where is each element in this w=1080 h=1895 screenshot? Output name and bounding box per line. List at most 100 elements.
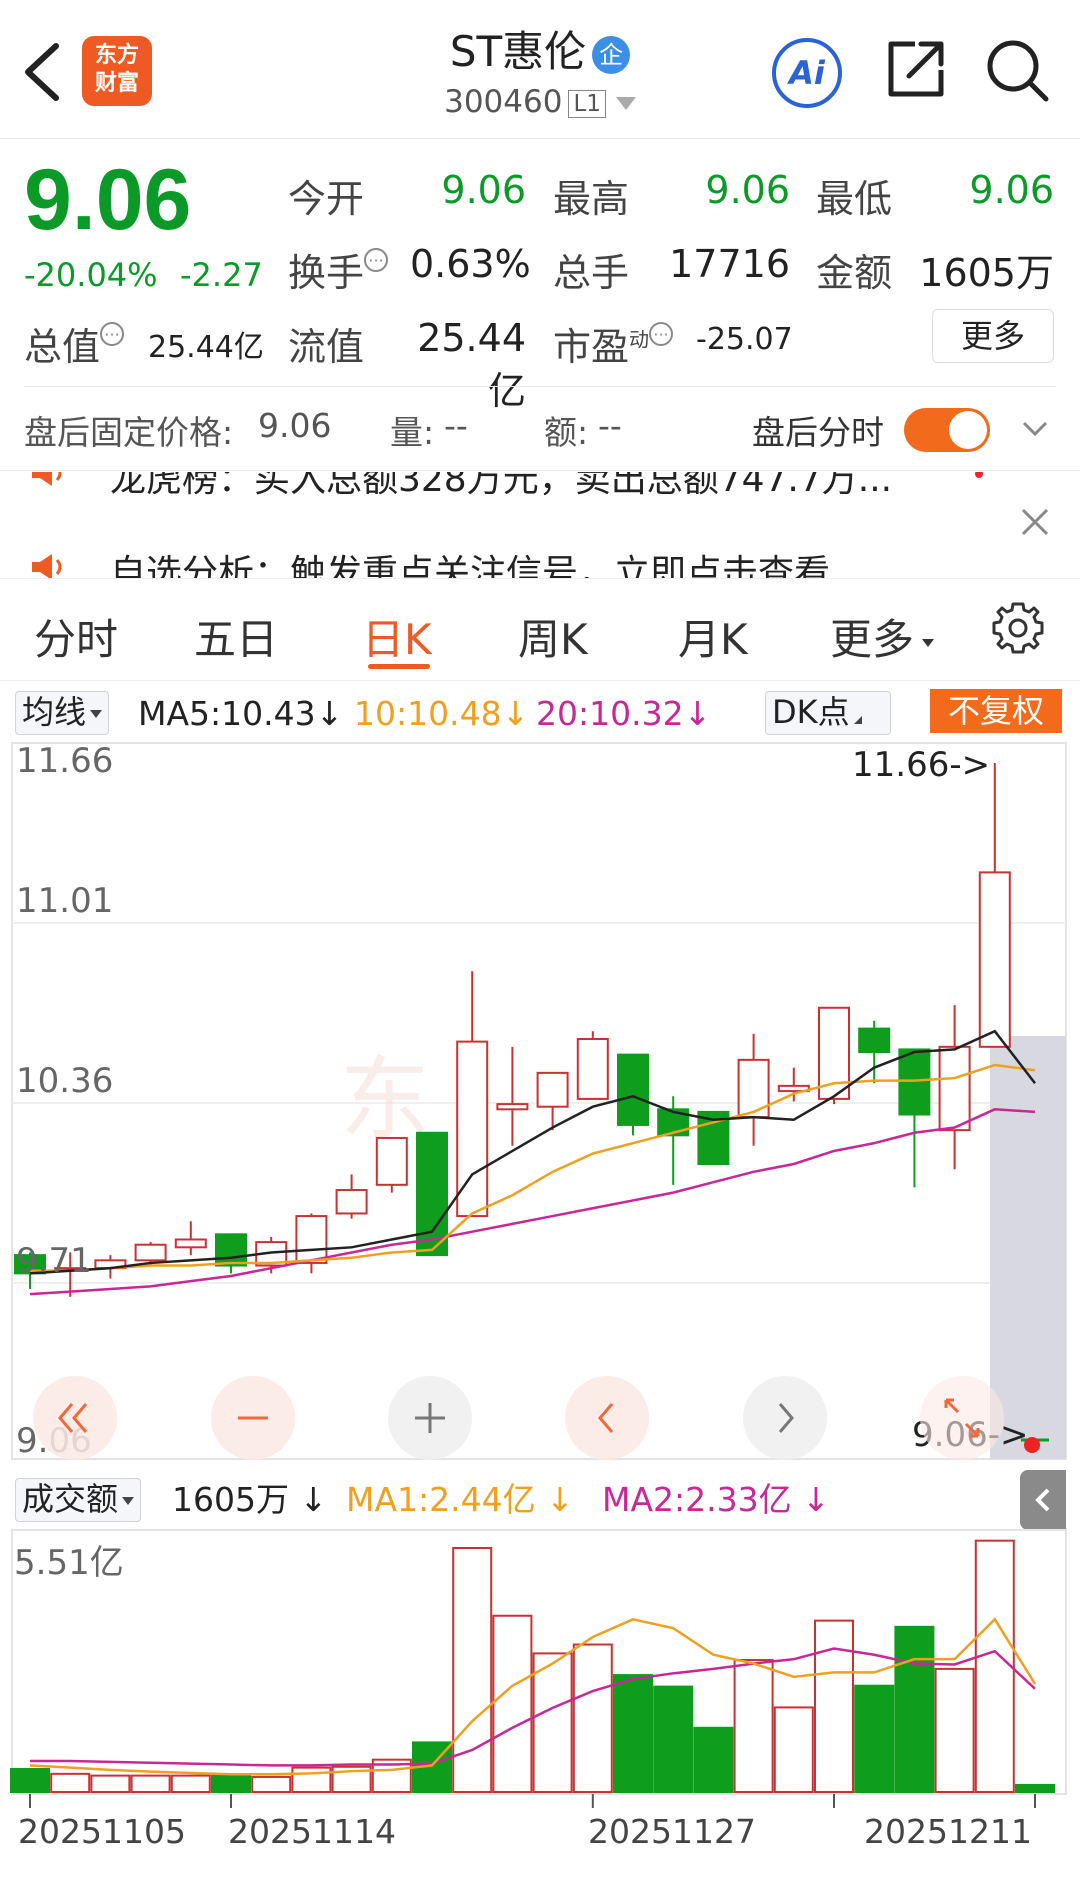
info-icon[interactable]: ··· bbox=[364, 248, 389, 272]
tab-more-label: 更多 bbox=[830, 615, 915, 664]
after-hours-label: 盘后固定价格: bbox=[24, 413, 234, 452]
chevron-down-icon[interactable] bbox=[1020, 414, 1050, 444]
turnover-label-text: 换手 bbox=[288, 251, 365, 295]
tab-more[interactable]: 更多 bbox=[830, 606, 935, 667]
turnover-ma1-value: MA1:2.44亿 bbox=[346, 1480, 536, 1519]
after-hours-shade bbox=[990, 1036, 1066, 1459]
ma5-value: MA5:10.43 bbox=[138, 694, 316, 733]
tab-five-day[interactable]: 五日 bbox=[194, 606, 278, 667]
divider bbox=[24, 386, 1056, 387]
indicator-dropdown-label: 均线 bbox=[22, 693, 87, 731]
candle-up bbox=[134, 1243, 167, 1262]
high-label: 最高 bbox=[553, 177, 630, 221]
toggle-knob bbox=[949, 411, 987, 449]
candle-up bbox=[335, 1189, 368, 1215]
gear-icon[interactable] bbox=[990, 600, 1046, 656]
turnover-bar bbox=[10, 1767, 50, 1794]
search-icon[interactable] bbox=[985, 38, 1051, 104]
close-icon[interactable] bbox=[1015, 502, 1055, 542]
more-button[interactable]: 更多 bbox=[932, 309, 1054, 363]
turnover-axis-max: 5.51亿 bbox=[14, 1543, 124, 1583]
stock-name: ST惠伦 bbox=[449, 27, 587, 76]
ma-lines-layer bbox=[29, 1029, 1036, 1296]
dk-point-dropdown[interactable]: DK点 bbox=[765, 691, 891, 735]
tab-daily-k[interactable]: 日K bbox=[362, 606, 432, 667]
change-percent: -20.04% bbox=[24, 256, 158, 294]
volume-value: 17716 bbox=[669, 242, 790, 286]
tab-monthly-k[interactable]: 月K bbox=[678, 606, 748, 667]
divider bbox=[0, 680, 1080, 681]
candle-up bbox=[295, 1215, 328, 1264]
unread-dot bbox=[975, 472, 983, 478]
selected-tab-indicator bbox=[368, 664, 430, 669]
candle-up bbox=[938, 1045, 971, 1132]
turnover-ma2-value: MA2:2.33亿 bbox=[602, 1480, 792, 1519]
candle-up bbox=[978, 871, 1011, 1048]
date-label: 20251127 bbox=[588, 1812, 756, 1851]
scroll-left-button[interactable] bbox=[565, 1376, 649, 1460]
turnover-bar bbox=[773, 1706, 814, 1793]
indicator-dropdown[interactable]: 均线 bbox=[15, 691, 110, 735]
turnover-bar bbox=[50, 1772, 91, 1793]
last-price-dot bbox=[1024, 1437, 1040, 1453]
candle-up bbox=[496, 1103, 529, 1111]
candle-up bbox=[536, 1071, 569, 1108]
volume-label: 总手 bbox=[553, 251, 630, 295]
after-hours-volume: -- bbox=[444, 406, 468, 445]
kline-chart[interactable]: 东 11.66 11.01 10.36 9.71 9.06 11.66-> 9.… bbox=[0, 740, 1080, 1460]
info-icon[interactable]: ··· bbox=[649, 322, 674, 346]
turnover-bar bbox=[170, 1774, 211, 1794]
ma10-value: 10:10.48 bbox=[354, 694, 502, 733]
turnover-bar bbox=[1015, 1783, 1055, 1794]
adjust-mode-button[interactable]: 不复权 bbox=[930, 689, 1062, 733]
after-hours-toggle[interactable] bbox=[904, 408, 990, 452]
scroll-right-button[interactable] bbox=[743, 1376, 827, 1460]
side-panel-toggle[interactable] bbox=[1020, 1470, 1066, 1530]
pe-dynamic-sup: 动 bbox=[629, 327, 650, 352]
enterprise-badge: 企 bbox=[592, 35, 631, 74]
market-cap-label-text: 总值 bbox=[24, 325, 101, 369]
tab-intraday[interactable]: 分时 bbox=[34, 606, 118, 667]
volume-indicator-label: 成交额 bbox=[22, 1480, 119, 1518]
turnover-bar bbox=[854, 1684, 895, 1793]
market-cap-value: 25.44亿 bbox=[148, 330, 264, 365]
stock-code: 300460 bbox=[444, 84, 563, 120]
price-axis-label: 9.71 bbox=[16, 1241, 92, 1281]
float-cap-label: 流值 bbox=[288, 325, 365, 369]
share-icon[interactable] bbox=[885, 38, 947, 100]
market-cap-label: 总值 ··· bbox=[24, 316, 125, 371]
change-amount: -2.27 bbox=[180, 256, 263, 294]
pe-value: -25.07 bbox=[696, 322, 793, 357]
after-hours-volume-label: 量: bbox=[390, 413, 435, 452]
candle-up bbox=[174, 1238, 207, 1249]
volume-indicator-dropdown[interactable]: 成交额 bbox=[15, 1478, 142, 1522]
zoom-in-button[interactable] bbox=[388, 1376, 472, 1460]
zoom-out-button[interactable] bbox=[211, 1376, 295, 1460]
turnover-chart[interactable]: 5.51亿 bbox=[0, 1528, 1080, 1810]
info-icon[interactable]: ··· bbox=[100, 322, 125, 346]
turnover-bar bbox=[291, 1766, 332, 1794]
notice-item[interactable]: 自选分析：触发重点关注信号，立即点击查看 bbox=[110, 544, 830, 578]
after-hours-amount-label: 额: bbox=[544, 413, 589, 452]
date-label: 20251211 bbox=[864, 1812, 1032, 1851]
scroll-left-fast-button[interactable] bbox=[33, 1376, 117, 1460]
chevron-left-icon bbox=[1035, 1488, 1050, 1512]
fullscreen-exit-icon[interactable] bbox=[920, 1376, 1004, 1460]
turnover-ma2-readout: MA2:2.33亿 ↓ bbox=[602, 1480, 830, 1519]
price-axis-label: 11.66 bbox=[16, 741, 113, 781]
ai-assistant-button[interactable]: Ai bbox=[772, 38, 842, 108]
candle-up bbox=[737, 1058, 770, 1119]
notice-ticker[interactable]: 龙虎榜：买入总额328万元，卖出总额747.7万... 自选分析：触发重点关注信… bbox=[0, 472, 1080, 578]
divider bbox=[0, 470, 1080, 471]
after-hours-switch-label: 盘后分时 bbox=[752, 413, 884, 452]
notice-item[interactable]: 龙虎榜：买入总额328万元，卖出总额747.7万... bbox=[110, 472, 892, 502]
amount-label: 金额 bbox=[816, 251, 893, 295]
date-label: 20251105 bbox=[18, 1812, 186, 1851]
high-value: 9.06 bbox=[705, 168, 790, 212]
dropdown-icon bbox=[122, 1497, 135, 1505]
tab-weekly-k[interactable]: 周K bbox=[518, 606, 588, 667]
pe-label-text: 市盈 bbox=[553, 325, 630, 369]
turnover-bar bbox=[653, 1685, 694, 1793]
amount-value: 1605万 bbox=[919, 251, 1054, 295]
ma10-readout: 10:10.48↓ bbox=[354, 694, 530, 733]
